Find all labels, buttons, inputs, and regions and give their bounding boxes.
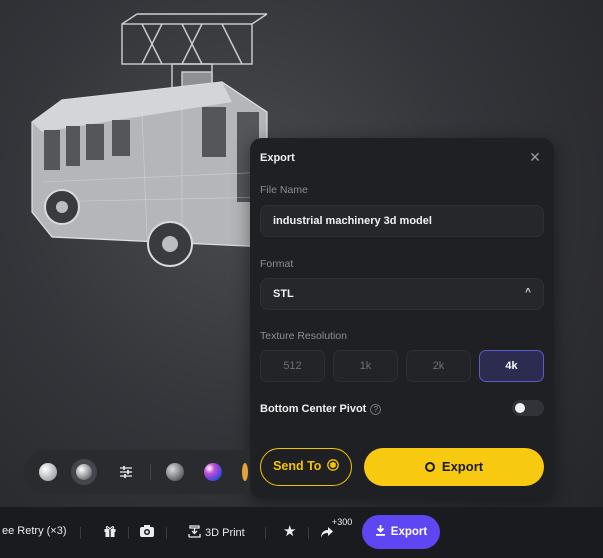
export-confirm-label: Export [441, 459, 484, 474]
toggle-knob [515, 403, 525, 413]
export-button-label: Export [390, 526, 428, 538]
star-icon[interactable]: ★ [283, 522, 296, 540]
resolution-options: 512 1k 2k 4k [260, 350, 544, 382]
divider [150, 464, 151, 480]
iridescent-material-icon[interactable] [204, 463, 222, 481]
export-button[interactable]: Export [362, 515, 440, 549]
3d-print-button[interactable]: 3D Print [188, 525, 245, 539]
format-value: STL [273, 288, 294, 300]
help-icon[interactable]: ? [370, 403, 382, 415]
clay-material-icon [76, 464, 92, 480]
matte-material-icon[interactable] [39, 463, 57, 481]
download-icon [375, 525, 385, 536]
selected-material-slot[interactable] [71, 459, 97, 485]
retry-button[interactable]: ee Retry (×3) [2, 525, 67, 537]
3d-print-label: 3D Print [205, 527, 245, 539]
camera-icon[interactable] [139, 524, 155, 538]
ring-icon [424, 462, 435, 472]
bottom-center-pivot-toggle[interactable] [512, 400, 544, 416]
export-dialog: Export ✕ File Name industrial machinery … [250, 138, 554, 498]
format-select[interactable]: STL ^ [260, 278, 544, 310]
send-to-button[interactable]: Send To [260, 448, 352, 486]
resolution-2k-button[interactable]: 2k [406, 350, 471, 382]
format-label: Format [260, 258, 294, 270]
resolution-1k-button[interactable]: 1k [333, 350, 398, 382]
divider [265, 527, 266, 539]
export-confirm-button[interactable]: Export [364, 448, 544, 486]
print-icon [188, 525, 201, 538]
pivot-label-text: Bottom Center Pivot [260, 403, 367, 415]
divider [308, 527, 309, 539]
settings-sliders-icon[interactable] [117, 463, 135, 481]
close-icon[interactable]: ✕ [526, 148, 544, 166]
divider [128, 527, 129, 539]
resolution-512-button[interactable]: 512 [260, 350, 325, 382]
bottom-center-pivot-label: Bottom Center Pivot? [260, 403, 382, 415]
file-name-input[interactable]: industrial machinery 3d model [260, 205, 544, 237]
material-toolbar [24, 450, 250, 494]
divider [166, 527, 167, 539]
send-to-label: Send To [273, 459, 322, 473]
resolution-4k-button[interactable]: 4k [479, 350, 544, 382]
share-icon[interactable] [320, 526, 334, 539]
chevron-up-icon: ^ [525, 287, 531, 298]
divider [80, 527, 81, 539]
metal-material-icon[interactable] [166, 463, 184, 481]
bottom-toolbar: ee Retry (×3) 3D Print ★ +300 Export [0, 507, 603, 558]
texture-resolution-label: Texture Resolution [260, 330, 347, 342]
share-badge: +300 [332, 517, 353, 527]
file-name-value: industrial machinery 3d model [273, 215, 432, 227]
cube-icon [327, 459, 339, 471]
more-material-icon[interactable] [242, 463, 248, 481]
dialog-title: Export [260, 152, 295, 164]
gift-icon[interactable] [103, 524, 117, 538]
file-name-label: File Name [260, 184, 308, 196]
